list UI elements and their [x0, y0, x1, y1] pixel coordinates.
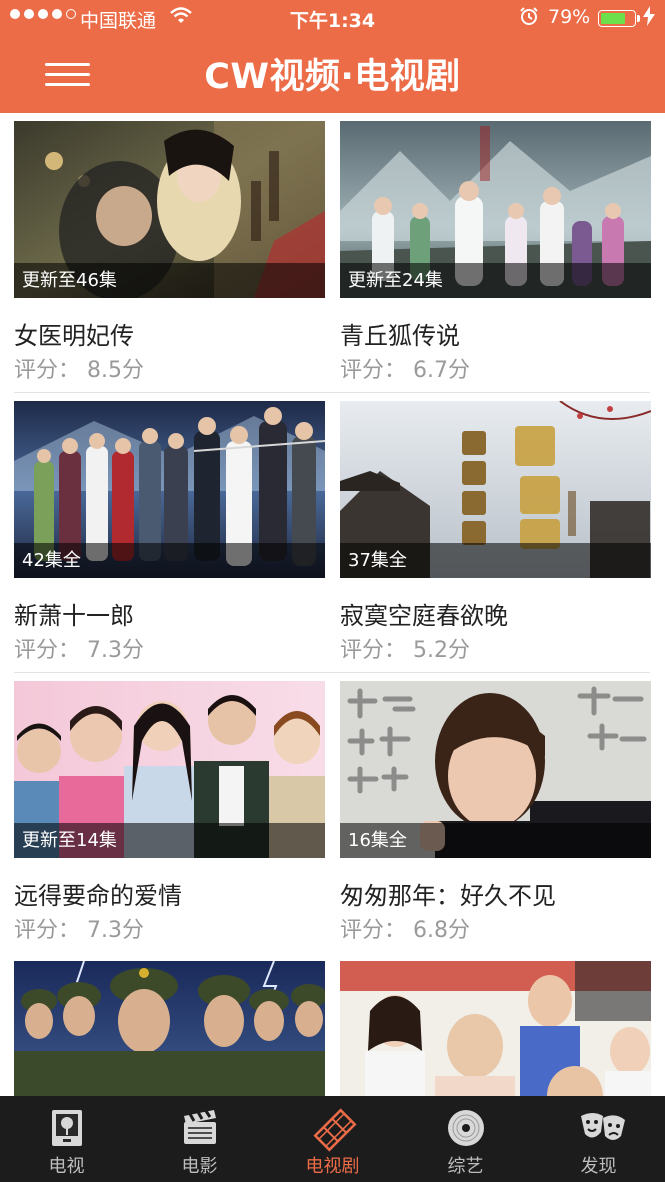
disc-icon [446, 1108, 486, 1148]
row-divider [14, 392, 650, 393]
episode-badge: 更新至46集 [14, 263, 325, 298]
episode-badge: 42集全 [14, 543, 325, 578]
show-poster [340, 961, 651, 1096]
show-poster: 37集全 [340, 401, 651, 578]
show-poster: 更新至24集 [340, 121, 651, 298]
show-rating: 评分： 6.7分 [340, 358, 470, 383]
alarm-icon [519, 6, 539, 31]
theater-masks-icon [579, 1108, 625, 1148]
show-poster: 更新至46集 [14, 121, 325, 298]
battery-icon [598, 10, 640, 27]
tab-label: 发现 [580, 1156, 617, 1177]
row-divider [14, 672, 650, 673]
film-strip-icon [312, 1108, 357, 1152]
top-bar: 中国联通 下午1:34 79% CW视频·电视剧 [0, 0, 665, 113]
charging-bolt-icon [643, 6, 655, 31]
show-title: 新萧十一郎 [14, 602, 134, 630]
show-rating: 评分： 5.2分 [340, 638, 470, 663]
tab-discover[interactable]: 发现 [532, 1096, 665, 1182]
show-rating: 评分： 7.3分 [14, 638, 144, 663]
show-title: 匆匆那年：好久不见 [340, 882, 556, 910]
tab-label: 电视 [48, 1156, 85, 1177]
show-card[interactable] [14, 961, 325, 1096]
show-poster: 16集全 [340, 681, 651, 858]
show-card[interactable] [340, 961, 651, 1096]
tab-label: 电视剧 [305, 1156, 360, 1177]
tv-icon [47, 1108, 87, 1148]
episode-badge: 更新至24集 [340, 263, 651, 298]
show-card[interactable]: 42集全 新萧十一郎 评分： 7.3分 [14, 401, 325, 664]
show-rating: 评分： 8.5分 [14, 358, 144, 383]
clapperboard-icon [180, 1108, 220, 1148]
show-grid[interactable]: 更新至46集 女医明妃传 评分： 8.5分 更新至24集 青丘狐传说 评分： 6… [0, 113, 665, 1096]
show-title: 寂寞空庭春欲晚 [340, 602, 508, 630]
page-title: CW视频·电视剧 [204, 57, 461, 97]
tab-tv-series[interactable]: 电视剧 [266, 1096, 399, 1182]
tab-movies[interactable]: 电影 [133, 1096, 266, 1182]
show-poster: 更新至14集 [14, 681, 325, 858]
show-title: 远得要命的爱情 [14, 882, 182, 910]
episode-badge: 更新至14集 [14, 823, 325, 858]
show-title: 女医明妃传 [14, 322, 134, 350]
show-poster [14, 961, 325, 1096]
tab-label: 电影 [181, 1156, 218, 1177]
show-poster: 42集全 [14, 401, 325, 578]
show-card[interactable]: 16集全 匆匆那年：好久不见 评分： 6.8分 [340, 681, 651, 944]
tab-variety[interactable]: 综艺 [399, 1096, 532, 1182]
show-title: 青丘狐传说 [340, 322, 460, 350]
episode-badge: 16集全 [340, 823, 651, 858]
show-card[interactable]: 37集全 寂寞空庭春欲晚 评分： 5.2分 [340, 401, 651, 664]
tab-tv[interactable]: 电视 [0, 1096, 133, 1182]
tab-label: 综艺 [447, 1156, 484, 1177]
show-rating: 评分： 6.8分 [340, 918, 470, 943]
episode-badge: 37集全 [340, 543, 651, 578]
show-rating: 评分： 7.3分 [14, 918, 144, 943]
show-card[interactable]: 更新至14集 远得要命的爱情 评分： 7.3分 [14, 681, 325, 944]
bottom-tab-bar: 电视 电影 电视剧 综艺 发现 [0, 1096, 665, 1182]
show-card[interactable]: 更新至24集 青丘狐传说 评分： 6.7分 [340, 121, 651, 384]
show-card[interactable]: 更新至46集 女医明妃传 评分： 8.5分 [14, 121, 325, 384]
status-bar: 中国联通 下午1:34 79% [0, 0, 665, 36]
battery-percent: 79% [548, 6, 591, 28]
